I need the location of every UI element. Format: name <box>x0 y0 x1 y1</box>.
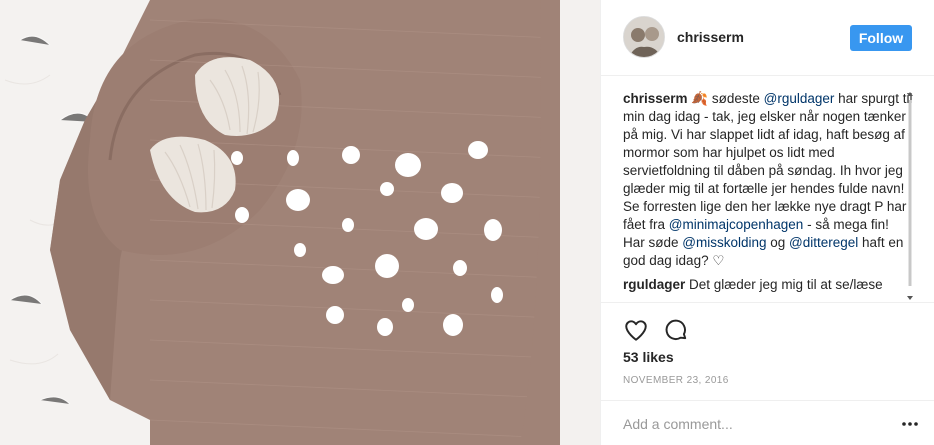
caption-emoji: 🍂 <box>691 91 709 106</box>
heart-icon[interactable] <box>623 317 649 343</box>
mention-link[interactable]: @misskolding <box>682 235 766 250</box>
mention-link[interactable]: @rguldager <box>764 91 835 106</box>
avatar[interactable] <box>623 16 665 58</box>
post-image[interactable] <box>0 0 600 445</box>
comments-scrollbar[interactable] <box>907 90 913 302</box>
caption-text: sødeste <box>708 91 764 106</box>
mention-link[interactable]: @ditteregel <box>789 235 858 250</box>
follow-button[interactable]: Follow <box>850 25 912 51</box>
comment-icon[interactable] <box>663 317 689 343</box>
comment-text: Det glæder jeg mig til at se/læse <box>685 277 883 292</box>
caption-text: og <box>766 235 790 250</box>
caption-author[interactable]: chrisserm <box>623 91 688 106</box>
likes-count[interactable]: 53 likes <box>623 349 674 365</box>
post-actions: 53 likes NOVEMBER 23, 2016 <box>601 302 934 386</box>
romper-photo <box>0 0 600 445</box>
caption: chrisserm 🍂 sødeste @rguldager har spurg… <box>623 90 913 270</box>
avatar-image <box>624 17 664 57</box>
username[interactable]: chrisserm <box>677 29 744 45</box>
post-header: chrisserm Follow <box>601 0 934 76</box>
comment-author[interactable]: rguldager <box>623 277 685 292</box>
more-options-icon[interactable] <box>901 415 919 433</box>
post-date[interactable]: NOVEMBER 23, 2016 <box>623 375 729 386</box>
post-sidebar: chrisserm Follow chrisserm 🍂 sødeste @rg… <box>600 0 934 445</box>
caption-text: har spurgt til min dag idag - tak, jeg e… <box>623 91 913 232</box>
mention-link[interactable]: @minimajcopenhagen <box>669 217 804 232</box>
add-comment-section <box>601 400 934 445</box>
comments-list[interactable]: chrisserm 🍂 sødeste @rguldager har spurg… <box>623 90 913 302</box>
comment-item: rguldager Det glæder jeg mig til at se/l… <box>623 276 913 294</box>
comment-input[interactable] <box>623 414 883 434</box>
